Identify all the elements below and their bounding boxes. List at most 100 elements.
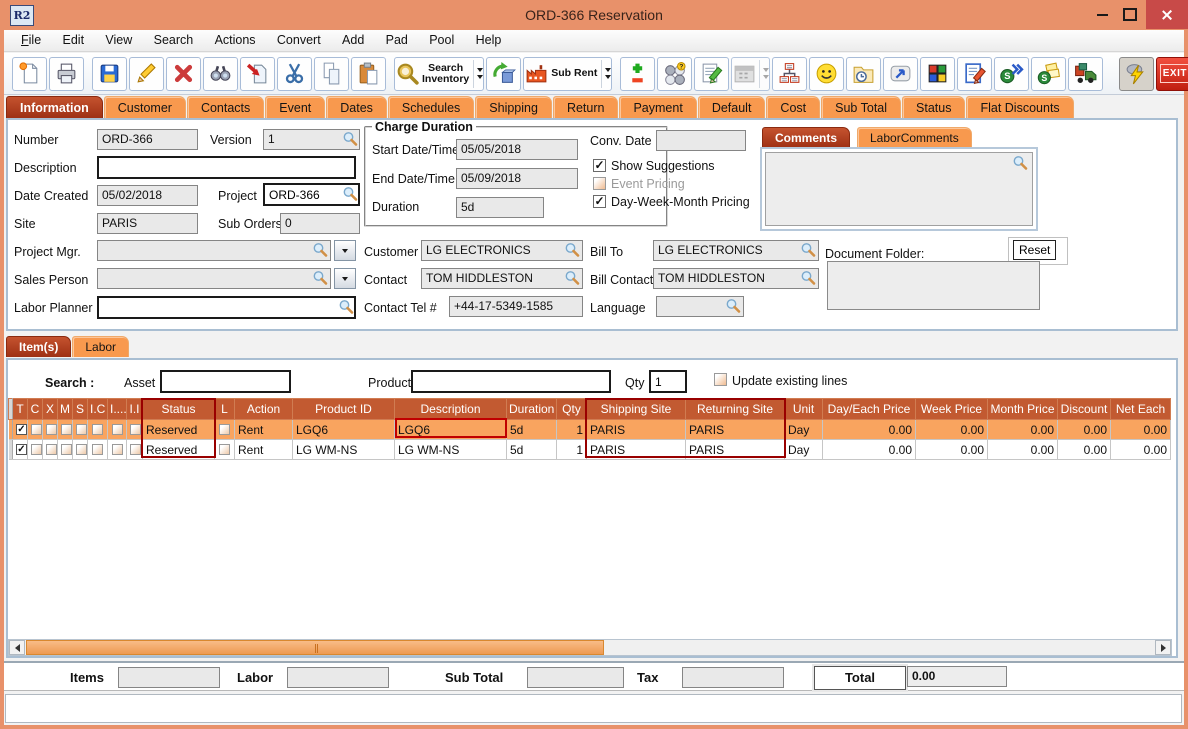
blocks-button[interactable] — [920, 56, 956, 91]
row1-s-checkbox[interactable] — [76, 424, 87, 435]
view-3d-button[interactable] — [486, 56, 522, 91]
row1-ii-checkbox[interactable] — [130, 424, 141, 435]
product-input[interactable] — [411, 370, 611, 393]
menu-pool[interactable]: Pool — [420, 30, 463, 52]
row1-net-each[interactable]: 0.00 — [1110, 419, 1171, 440]
menu-convert[interactable]: Convert — [268, 30, 330, 52]
row2-discount[interactable]: 0.00 — [1057, 439, 1111, 460]
customer-lookup-icon[interactable] — [564, 242, 580, 258]
show-suggestions-checkbox[interactable] — [593, 159, 606, 172]
row2-unit[interactable]: Day — [784, 439, 823, 460]
row2-qty[interactable]: 1 — [556, 439, 587, 460]
col-day-each-price[interactable]: Day/Each Price — [822, 398, 916, 420]
col-discount[interactable]: Discount — [1057, 398, 1111, 420]
project-mgr-dropdown[interactable] — [334, 240, 356, 261]
row1-product-id[interactable]: LGQ6 — [292, 419, 395, 440]
col-x[interactable]: X — [42, 398, 58, 420]
shortcut-key-button[interactable] — [883, 56, 919, 91]
row2-s-checkbox[interactable] — [76, 444, 87, 455]
exit-button[interactable]: EXIT — [1156, 56, 1188, 91]
scroll-left-button[interactable] — [9, 640, 25, 655]
tab-dates[interactable]: Dates — [326, 96, 387, 118]
org-chart-button[interactable] — [772, 56, 808, 91]
tab-labor[interactable]: Labor — [72, 336, 130, 357]
row2-status[interactable]: Reserved — [142, 439, 215, 460]
reset-button[interactable]: Reset — [1013, 240, 1057, 260]
row2-ii-checkbox[interactable] — [130, 444, 141, 455]
row2-i-checkbox[interactable] — [111, 444, 123, 455]
menu-pad[interactable]: Pad — [377, 30, 417, 52]
row2-product-id[interactable]: LG WM-NS — [292, 439, 395, 460]
labor-planner-input[interactable] — [97, 296, 356, 319]
find-button[interactable] — [203, 56, 238, 91]
row1-status[interactable]: Reserved — [142, 419, 215, 440]
row1-duration[interactable]: 5d — [506, 419, 557, 440]
row1-week[interactable]: 0.00 — [915, 419, 988, 440]
sales-person-lookup-icon[interactable] — [312, 270, 328, 286]
version-lookup-icon[interactable] — [342, 131, 358, 147]
row2-ic-checkbox[interactable] — [92, 444, 103, 455]
row1-m-checkbox[interactable] — [61, 424, 72, 435]
col-duration[interactable]: Duration — [506, 398, 557, 420]
tab-event[interactable]: Event — [265, 96, 326, 118]
row1-c-checkbox[interactable] — [31, 424, 42, 435]
row1-i-checkbox[interactable] — [111, 424, 123, 435]
row1-shipping-site[interactable]: PARIS — [586, 419, 686, 440]
row2-x-checkbox[interactable] — [46, 444, 57, 455]
tab-customer[interactable]: Customer — [103, 96, 186, 118]
contact-lookup-icon[interactable] — [564, 270, 580, 286]
menu-search[interactable]: Search — [145, 30, 203, 52]
copy-button[interactable] — [314, 56, 349, 91]
new-button[interactable] — [12, 56, 47, 91]
qty-input[interactable] — [649, 370, 687, 393]
row2-net-each[interactable]: 0.00 — [1110, 439, 1171, 460]
row1-l-checkbox[interactable] — [219, 424, 230, 435]
title-bar[interactable]: R2 ORD-366 Reservation — [0, 0, 1188, 30]
row1-x-checkbox[interactable] — [46, 424, 57, 435]
tab-payment[interactable]: Payment — [619, 96, 697, 118]
scroll-right-button[interactable] — [1155, 640, 1171, 655]
items-hscrollbar[interactable] — [8, 639, 1172, 656]
row1-returning-site[interactable]: PARIS — [685, 419, 785, 440]
col-description[interactable]: Description — [394, 398, 507, 420]
tab-information[interactable]: Information — [6, 96, 103, 118]
tab-comments[interactable]: Comments — [762, 127, 851, 148]
row1-month[interactable]: 0.00 — [987, 419, 1058, 440]
search-inventory-dropdown[interactable] — [473, 59, 484, 88]
col-ic[interactable]: I.C — [87, 398, 108, 420]
bill-to-lookup-icon[interactable] — [800, 242, 816, 258]
price-forward-button[interactable]: S — [994, 56, 1030, 91]
smiley-button[interactable] — [809, 56, 845, 91]
menu-view[interactable]: View — [96, 30, 141, 52]
project-mgr-lookup-icon[interactable] — [312, 242, 328, 258]
row1-day-each[interactable]: 0.00 — [822, 419, 916, 440]
print-button[interactable] — [49, 56, 84, 91]
tab-items[interactable]: Item(s) — [6, 336, 72, 357]
add-remove-button[interactable] — [620, 56, 656, 91]
export-document-button[interactable] — [240, 56, 275, 91]
col-month-price[interactable]: Month Price — [987, 398, 1058, 420]
bill-contact-lookup-icon[interactable] — [800, 270, 816, 286]
row2-l-checkbox[interactable] — [219, 444, 230, 455]
search-inventory-button[interactable]: Search Inventory — [394, 56, 485, 91]
table-row-1[interactable]: Reserved Rent LGQ6 LGQ6 5d 1 PARIS PARIS… — [8, 419, 1171, 440]
col-shipping-site[interactable]: Shipping Site — [586, 398, 686, 420]
col-status[interactable]: Status — [142, 398, 215, 420]
description-input[interactable] — [97, 156, 356, 179]
project-lookup-icon[interactable] — [342, 186, 358, 202]
sub-rent-dropdown[interactable] — [601, 59, 612, 88]
row2-t-checkbox[interactable] — [16, 444, 27, 455]
tab-schedules[interactable]: Schedules — [387, 96, 475, 118]
row2-week[interactable]: 0.00 — [915, 439, 988, 460]
col-net-each[interactable]: Net Each — [1110, 398, 1171, 420]
col-unit[interactable]: Unit — [784, 398, 823, 420]
paste-button[interactable] — [351, 56, 386, 91]
tab-cost[interactable]: Cost — [766, 96, 821, 118]
sub-rent-button[interactable]: Sub Rent — [523, 56, 613, 91]
row2-returning-site[interactable]: PARIS — [685, 439, 785, 460]
quick-action-button[interactable] — [1119, 56, 1155, 91]
tab-return[interactable]: Return — [552, 96, 619, 118]
scroll-thumb[interactable] — [26, 640, 604, 655]
save-button[interactable] — [92, 56, 127, 91]
menu-add[interactable]: Add — [333, 30, 373, 52]
